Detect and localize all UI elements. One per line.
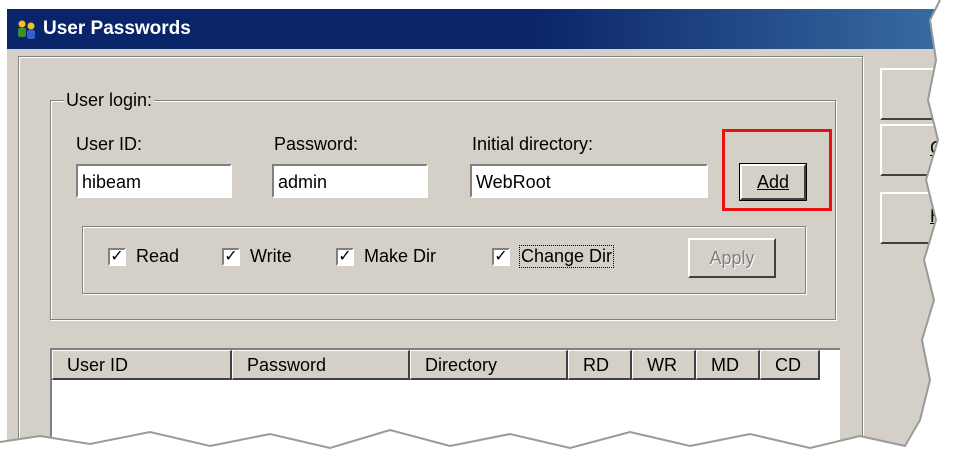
- change-dir-label: Change Dir: [518, 245, 615, 268]
- column-header-wr[interactable]: WR: [632, 350, 696, 380]
- ok-button[interactable]: O: [880, 68, 959, 120]
- password-input[interactable]: admin: [272, 164, 428, 198]
- list-header: User ID Password Directory RD WR MD CD: [52, 350, 840, 380]
- password-label: Password:: [274, 134, 359, 154]
- column-header-md[interactable]: MD: [696, 350, 760, 380]
- read-check-icon: ✓: [108, 248, 126, 266]
- user-id-input[interactable]: hibeam: [76, 164, 232, 198]
- users-icon: [18, 20, 35, 39]
- read-label: Read: [136, 246, 180, 266]
- write-label: Write: [250, 246, 292, 266]
- write-check-icon: ✓: [222, 248, 240, 266]
- apply-button-label: Apply: [709, 248, 755, 268]
- window-title: User Passwords: [43, 18, 191, 39]
- make-dir-label: Make Dir: [364, 246, 437, 266]
- make-dir-check-icon: ✓: [336, 248, 354, 266]
- user-login-group-label: User login:: [64, 90, 155, 111]
- user-id-label: User ID:: [76, 134, 143, 154]
- help-button[interactable]: He: [880, 192, 959, 244]
- initial-directory-input[interactable]: WebRoot: [470, 164, 708, 198]
- cancel-button[interactable]: Ca: [880, 124, 959, 176]
- column-header-user-id[interactable]: User ID: [52, 350, 232, 380]
- user-list[interactable]: User ID Password Directory RD WR MD CD: [50, 348, 840, 460]
- change-dir-check-icon: ✓: [492, 248, 510, 266]
- initial-directory-label: Initial directory:: [472, 134, 594, 154]
- column-header-directory[interactable]: Directory: [410, 350, 568, 380]
- column-header-cd[interactable]: CD: [760, 350, 820, 380]
- title-bar[interactable]: User Passwords: [7, 9, 957, 49]
- column-header-rd[interactable]: RD: [568, 350, 632, 380]
- apply-button[interactable]: Apply: [688, 238, 776, 278]
- column-header-password[interactable]: Password: [232, 350, 410, 380]
- add-button-highlight: [722, 129, 832, 211]
